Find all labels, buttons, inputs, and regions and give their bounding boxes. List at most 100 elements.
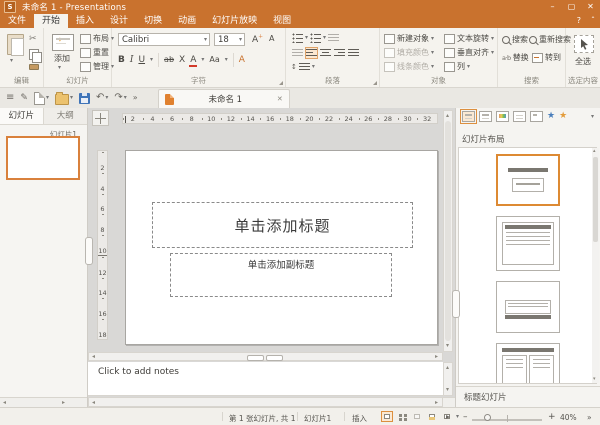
scroll-up-icon[interactable]: ▴ xyxy=(593,149,596,154)
select-all-button[interactable] xyxy=(574,35,594,53)
layout-thumbnail-content[interactable] xyxy=(496,216,560,271)
change-case-button[interactable]: Aa xyxy=(209,54,219,66)
minimize-button[interactable]: – xyxy=(543,0,562,14)
reading-view-button[interactable] xyxy=(411,411,423,422)
scroll-up-icon[interactable]: ▴ xyxy=(446,365,449,371)
slideshow-dropdown[interactable]: ▾ xyxy=(456,414,459,420)
scroll-right-icon[interactable]: ▸ xyxy=(62,399,65,406)
slide-thumbnail[interactable] xyxy=(6,136,80,180)
scroll-left-icon[interactable]: ◂ xyxy=(92,354,95,360)
help-icon[interactable]: ? xyxy=(577,14,581,28)
font-size-combo[interactable]: 18 ▾ xyxy=(214,33,245,46)
left-panel-hscrollbar[interactable]: ◂ ▸ xyxy=(0,397,87,407)
subtitle-placeholder[interactable]: 单击添加副标题 xyxy=(170,253,392,297)
shrink-font-button[interactable]: A xyxy=(269,34,274,43)
zoom-level[interactable]: 40% xyxy=(560,413,577,422)
document-tab-close-icon[interactable]: ✕ xyxy=(277,95,283,103)
decrease-indent-button[interactable] xyxy=(291,47,304,59)
font-name-combo[interactable]: Calibri ▾ xyxy=(118,33,210,46)
grow-font-button[interactable]: A＋ xyxy=(252,33,263,45)
paste-dropdown[interactable]: ▾ xyxy=(10,58,13,64)
slide-canvas[interactable]: 单击添加标题 单击添加副标题 xyxy=(125,150,438,345)
change-case-dropdown[interactable]: ▾ xyxy=(225,57,228,63)
replace-button[interactable]: a·b替换 xyxy=(502,52,529,63)
right-panel-splitter[interactable] xyxy=(452,290,460,318)
line-spacing-dropdown[interactable]: ▾ xyxy=(312,64,315,70)
slide-sorter-view-button[interactable] xyxy=(396,411,408,422)
underline-dropdown[interactable]: ▾ xyxy=(150,57,153,63)
zoom-in-button[interactable]: + xyxy=(548,412,556,422)
text-rotate-button[interactable]: 文本旋转▾ xyxy=(444,33,494,44)
open-button[interactable]: ▾ xyxy=(55,92,73,105)
justify-button[interactable] xyxy=(347,47,360,59)
scroll-down-icon[interactable]: ▾ xyxy=(446,343,449,349)
layout-button[interactable]: 布局▾ xyxy=(80,33,114,44)
notes-vscrollbar[interactable]: ▴ ▾ xyxy=(443,362,453,396)
notes-page-view-button[interactable] xyxy=(426,411,438,422)
ruler-corner-icon[interactable] xyxy=(92,110,109,126)
scroll-right-icon[interactable]: ▸ xyxy=(435,354,438,360)
menu-tab-开始[interactable]: 开始 xyxy=(34,14,68,28)
tab-outline[interactable]: 大纲 xyxy=(44,108,88,124)
scroll-up-icon[interactable]: ▴ xyxy=(446,113,449,119)
main-menu-button[interactable]: ≡ xyxy=(6,93,14,103)
text-effects-button[interactable]: A xyxy=(239,54,245,66)
numbering-dropdown[interactable]: ▾ xyxy=(323,35,326,41)
scroll-left-icon[interactable]: ◂ xyxy=(3,399,6,406)
blue-star-icon[interactable]: ★ xyxy=(547,112,555,121)
superscript-button[interactable]: X xyxy=(179,54,185,66)
goto-button[interactable]: 转到 xyxy=(532,52,561,63)
fill-color-button[interactable]: 填充颜色▾ xyxy=(384,47,434,58)
left-panel-splitter[interactable] xyxy=(85,237,93,265)
scroll-thumb[interactable] xyxy=(593,157,598,242)
ink-tool-button[interactable]: ✎ xyxy=(20,94,28,103)
vscroll-thumb[interactable] xyxy=(445,121,451,341)
notes-area[interactable]: Click to add notes xyxy=(88,362,443,396)
bold-button[interactable]: B xyxy=(118,54,125,66)
normal-view-button[interactable] xyxy=(381,411,393,422)
redo-button[interactable]: ↷▾ xyxy=(114,93,126,103)
menu-tab-设计[interactable]: 设计 xyxy=(102,14,136,28)
menu-tab-文件[interactable]: 文件 xyxy=(0,14,34,28)
bottom-hscrollbar[interactable]: ◂ ▸ xyxy=(88,397,443,407)
numbering-button[interactable] xyxy=(309,32,322,44)
layout-thumbnail-title[interactable] xyxy=(496,154,560,206)
align-left-button[interactable] xyxy=(305,47,318,59)
zoom-out-button[interactable]: – xyxy=(463,412,468,422)
new-object-button[interactable]: 新建对象▾ xyxy=(384,33,434,44)
paste-button[interactable] xyxy=(7,34,24,55)
font-color-button[interactable]: A xyxy=(190,54,196,66)
new-document-button[interactable]: ▾ xyxy=(34,92,49,105)
line-spacing-button[interactable]: ↕ ▾ xyxy=(291,62,315,72)
scroll-down-icon[interactable]: ▾ xyxy=(446,387,449,393)
statusbar-more-icon[interactable]: » xyxy=(587,413,592,422)
color-scheme-pane-button[interactable] xyxy=(496,111,509,122)
bullets-button[interactable] xyxy=(291,32,304,44)
align-right-button[interactable] xyxy=(333,47,346,59)
add-slide-dropdown[interactable]: ▾ xyxy=(58,65,61,71)
transition-pane-button[interactable] xyxy=(530,111,543,122)
maximize-button[interactable]: ▢ xyxy=(562,0,581,14)
search-button[interactable]: 搜索 xyxy=(502,34,528,45)
menu-tab-插入[interactable]: 插入 xyxy=(68,14,102,28)
layout-list-scrollbar[interactable]: ▴ ▾ xyxy=(592,148,599,383)
save-button[interactable] xyxy=(79,93,90,104)
research-button[interactable]: 重新搜索 xyxy=(529,34,571,45)
align-center-button[interactable] xyxy=(319,47,332,59)
menu-tab-动画[interactable]: 动画 xyxy=(170,14,204,28)
undo-button[interactable]: ↶▾ xyxy=(96,93,108,103)
indent-button[interactable] xyxy=(327,32,340,44)
vertical-align-button[interactable]: 垂直对齐▾ xyxy=(444,47,494,58)
more-commands-button[interactable]: » xyxy=(133,94,138,102)
cut-button[interactable]: ✂ xyxy=(29,35,37,44)
scroll-right-icon[interactable]: ▸ xyxy=(435,400,438,406)
notes-splitter-handle[interactable] xyxy=(247,355,283,361)
manage-button[interactable]: 管理▾ xyxy=(80,61,114,72)
tab-slides[interactable]: 幻灯片 xyxy=(0,108,44,124)
task-pane-dropdown[interactable]: ▾ xyxy=(591,114,594,120)
reset-button[interactable]: 重置 xyxy=(80,47,109,58)
zoom-slider-knob[interactable] xyxy=(484,414,491,421)
bullets-dropdown[interactable]: ▾ xyxy=(305,35,308,41)
slideshow-button[interactable] xyxy=(441,411,453,422)
menu-tab-视图[interactable]: 视图 xyxy=(265,14,299,28)
